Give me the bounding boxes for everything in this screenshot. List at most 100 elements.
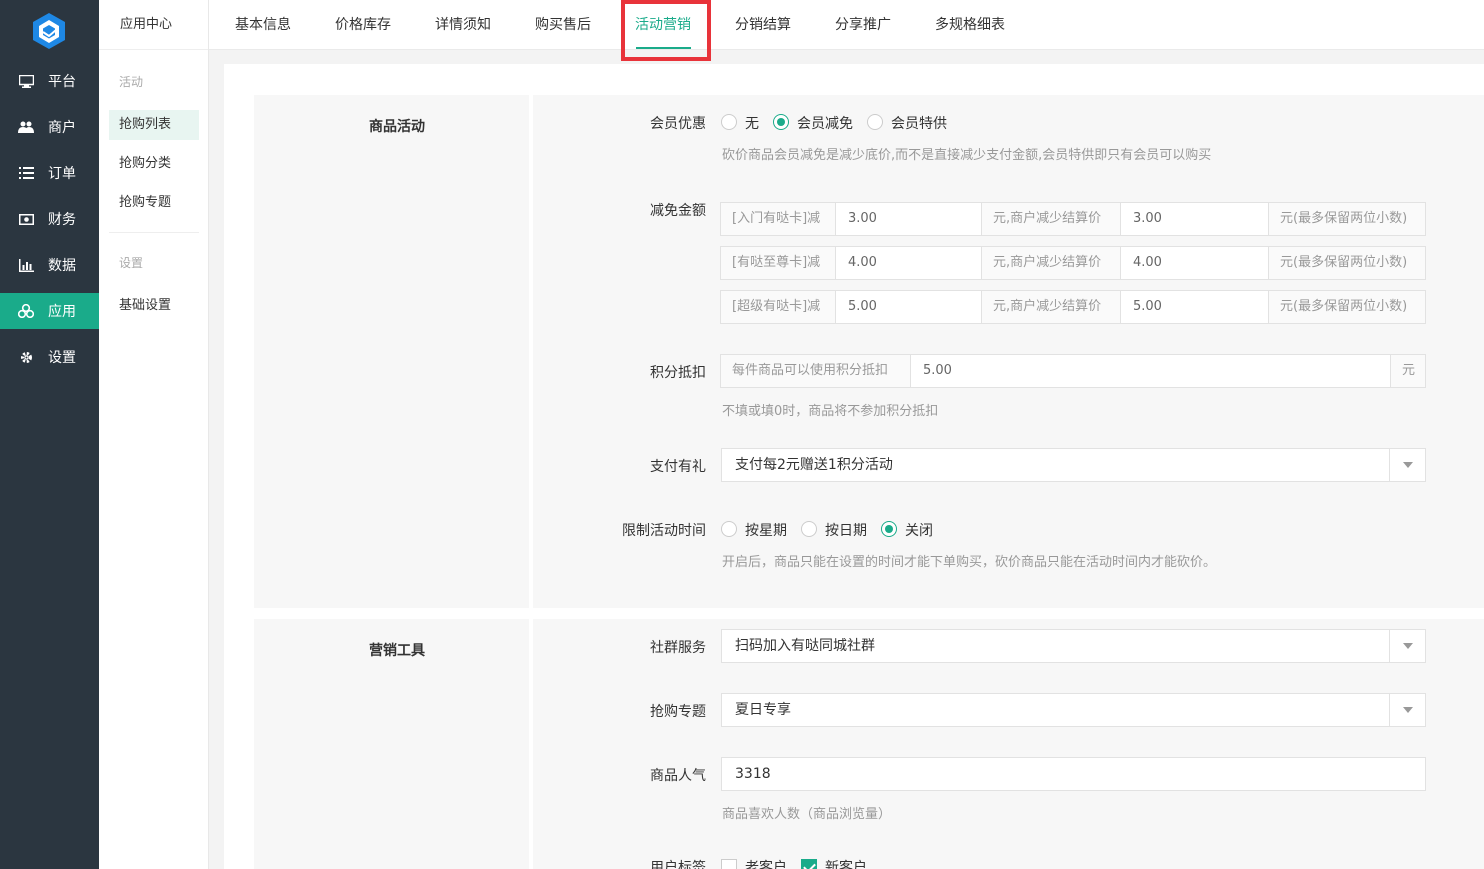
sidebar-item-finance[interactable]: 财务 [0,201,99,237]
community-select[interactable]: 扫码加入有哒同城社群 [721,629,1426,663]
sub-item-flash-topic[interactable]: 抢购专题 [109,188,199,218]
radio-label: 无 [745,116,759,132]
radio-label: 按星期 [745,523,787,539]
list-icon [18,165,34,181]
tab-details[interactable]: 详情须知 [435,0,491,50]
discount-amount-input[interactable]: 4.00 [836,247,982,279]
divider [109,232,199,233]
chevron-down-icon[interactable] [1389,694,1425,726]
radio-member-reduce[interactable] [773,114,789,130]
points-help-text: 不填或填0时，商品将不参加积分抵扣 [722,404,939,419]
radio-off[interactable] [881,521,897,537]
points-input-group: 每件商品可以使用积分抵扣 5.00 元 [720,354,1426,388]
sidebar-item-label: 应用 [48,304,76,320]
discount-amount-label: 减免金额 [650,203,706,219]
discount-row: [超级有哒卡]减 5.00 元,商户减少结算价 5.00 元(最多保留两位小数) [720,290,1426,324]
card-label: [入门有哒卡]减 [721,203,836,235]
users-icon [18,119,34,135]
sidebar-item-label: 数据 [48,258,76,274]
user-tag-label: 用户标签 [650,860,706,869]
sidebar-item-label: 订单 [48,166,76,182]
radio-label: 会员减免 [797,116,853,132]
tab-spec-table[interactable]: 多规格细表 [935,0,1005,50]
select-value: 支付每2元赠送1积分活动 [735,457,893,473]
tab-distribution[interactable]: 分销结算 [735,0,791,50]
settle-amount-input[interactable]: 5.00 [1121,291,1269,323]
flash-topic-select[interactable]: 夏日专享 [721,693,1426,727]
sidebar-item-settings[interactable]: 设置 [0,339,99,375]
section-title: 商品活动 [369,119,425,135]
settle-amount-input[interactable]: 3.00 [1121,203,1269,235]
card-label: [有哒至尊卡]减 [721,247,836,279]
discount-amount-input[interactable]: 5.00 [836,291,982,323]
logo-icon [33,13,65,49]
chevron-down-icon[interactable] [1389,449,1425,481]
discount-row: [有哒至尊卡]减 4.00 元,商户减少结算价 4.00 元(最多保留两位小数) [720,246,1426,280]
section-activity-header [254,95,529,608]
sub-sidebar-title: 应用中心 [99,0,208,50]
sub-item-flash-category[interactable]: 抢购分类 [109,149,199,179]
radio-member-none[interactable] [721,114,737,130]
sidebar-item-orders[interactable]: 订单 [0,155,99,191]
sub-group-settings: 设置 [119,256,144,270]
sidebar-item-label: 商户 [48,120,76,136]
member-help-text: 砍价商品会员减免是减少底价,而不是直接减少支付金额,会员特供即只有会员可以购买 [722,148,1212,163]
radio-member-exclusive[interactable] [867,114,883,130]
time-limit-label: 限制活动时间 [622,523,706,539]
payment-gift-select[interactable]: 支付每2元赠送1积分活动 [721,448,1426,482]
tab-basic-info[interactable]: 基本信息 [235,0,291,50]
select-value: 扫码加入有哒同城社群 [735,638,875,654]
settle-label: 元,商户减少结算价 [982,203,1121,235]
time-limit-help-text: 开启后，商品只能在设置的时间才能下单购买，砍价商品只能在活动时间内才能砍价。 [722,555,1217,570]
sidebar-item-data[interactable]: 数据 [0,247,99,283]
sidebar-item-label: 设置 [48,350,76,366]
apps-icon [18,303,34,319]
main-sidebar: 平台 商户 订单 财务 数据 应用 设置 [0,0,99,869]
checkbox-new-customer[interactable] [801,859,817,869]
settle-label: 元,商户减少结算价 [982,247,1121,279]
member-discount-label: 会员优惠 [650,116,706,132]
checkbox-label: 新客户 [825,860,867,869]
sub-item-flash-list[interactable]: 抢购列表 [109,110,199,140]
settle-label: 元,商户减少结算价 [982,291,1121,323]
unit-label: 元(最多保留两位小数) [1269,203,1425,235]
popularity-input[interactable]: 3318 [721,757,1426,791]
sub-item-basic-settings[interactable]: 基础设置 [109,291,199,321]
points-unit: 元 [1391,355,1425,387]
tab-highlight-frame [621,0,711,61]
radio-label: 会员特供 [891,116,947,132]
sub-group-activity: 活动 [119,75,144,89]
points-prefix: 每件商品可以使用积分抵扣 [721,355,911,387]
discount-amount-input[interactable]: 3.00 [836,203,982,235]
sidebar-item-merchant[interactable]: 商户 [0,109,99,145]
tab-after-sales[interactable]: 购买售后 [535,0,591,50]
settle-amount-input[interactable]: 4.00 [1121,247,1269,279]
bar-chart-icon [18,257,34,273]
sidebar-item-platform[interactable]: 平台 [0,63,99,99]
card-label: [超级有哒卡]减 [721,291,836,323]
unit-label: 元(最多保留两位小数) [1269,291,1425,323]
radio-label: 按日期 [825,523,867,539]
tab-share[interactable]: 分享推广 [835,0,891,50]
checkbox-old-customer[interactable] [721,859,737,869]
points-input[interactable]: 5.00 [911,355,1391,387]
tab-price-stock[interactable]: 价格库存 [335,0,391,50]
checkbox-label: 老客户 [745,860,787,869]
chevron-down-icon[interactable] [1389,630,1425,662]
sub-sidebar: 应用中心 活动 抢购列表 抢购分类 抢购专题 设置 基础设置 [99,0,209,869]
popularity-help-text: 商品喜欢人数（商品浏览量） [722,807,892,822]
radio-by-date[interactable] [801,521,817,537]
section-title: 营销工具 [369,643,425,659]
unit-label: 元(最多保留两位小数) [1269,247,1425,279]
popularity-label: 商品人气 [650,768,706,784]
flash-topic-label: 抢购专题 [650,704,706,720]
monitor-icon [18,73,34,89]
sidebar-item-apps[interactable]: 应用 [0,293,99,329]
select-value: 夏日专享 [735,702,791,718]
money-icon [18,211,34,227]
tab-bar: 基本信息 价格库存 详情须知 购买售后 活动营销 分销结算 分享推广 多规格细表 [209,0,1484,50]
sidebar-item-label: 财务 [48,212,76,228]
discount-row: [入门有哒卡]减 3.00 元,商户减少结算价 3.00 元(最多保留两位小数) [720,202,1426,236]
radio-by-week[interactable] [721,521,737,537]
radio-label: 关闭 [905,523,933,539]
